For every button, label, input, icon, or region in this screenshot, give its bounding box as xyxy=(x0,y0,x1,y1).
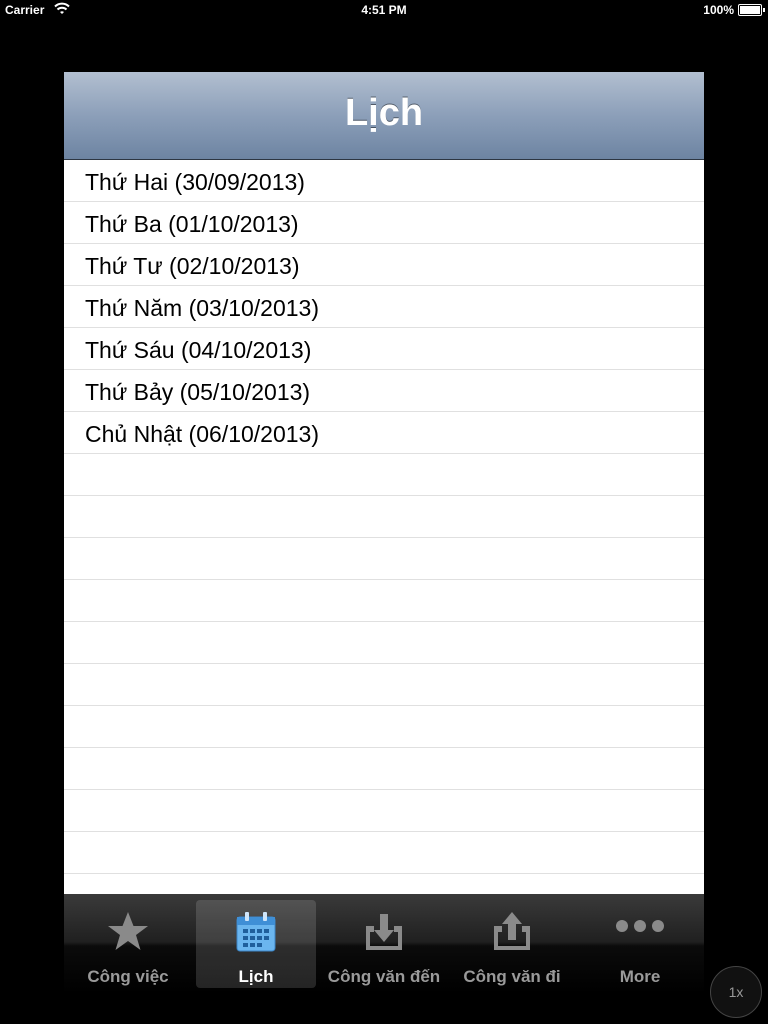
list-item-thursday[interactable]: Thứ Năm (03/10/2013) xyxy=(64,286,704,328)
list-item-monday[interactable]: Thứ Hai (30/09/2013) xyxy=(64,160,704,202)
more-dots-icon xyxy=(616,920,664,932)
list-item-wednesday[interactable]: Thứ Tư (02/10/2013) xyxy=(64,244,704,286)
empty-row xyxy=(64,622,704,664)
clock: 4:51 PM xyxy=(361,3,407,17)
app-window: Lịch Thứ Hai (30/09/2013) Thứ Ba (01/10/… xyxy=(64,72,704,944)
empty-row xyxy=(64,538,704,580)
tab-cong-viec[interactable]: Công việc xyxy=(64,894,192,994)
empty-row xyxy=(64,664,704,706)
tab-lich[interactable]: Lịch xyxy=(192,894,320,994)
page-title: Lịch xyxy=(344,92,424,134)
inbox-download-icon xyxy=(366,914,402,950)
list-item-sunday[interactable]: Chủ Nhật (06/10/2013) xyxy=(64,412,704,454)
calendar-icon xyxy=(236,912,276,952)
tab-cong-van-den[interactable]: Công văn đến xyxy=(320,894,448,994)
list-item-friday[interactable]: Thứ Sáu (04/10/2013) xyxy=(64,328,704,370)
empty-row xyxy=(64,832,704,874)
tab-label: Công văn đến xyxy=(327,967,441,986)
empty-row xyxy=(64,580,704,622)
empty-row xyxy=(64,748,704,790)
zoom-button[interactable]: 1x xyxy=(710,966,762,1018)
list-item-tuesday[interactable]: Thứ Ba (01/10/2013) xyxy=(64,202,704,244)
empty-row xyxy=(64,706,704,748)
tab-bar: Công việc Lịch Công văn đến Công văn đi … xyxy=(64,894,704,994)
tab-cong-van-di[interactable]: Công văn đi xyxy=(448,894,576,994)
outbox-upload-icon xyxy=(494,912,530,950)
empty-row xyxy=(64,790,704,832)
battery-percent: 100% xyxy=(703,3,734,17)
tab-more[interactable]: More xyxy=(576,894,704,994)
list-item-saturday[interactable]: Thứ Bảy (05/10/2013) xyxy=(64,370,704,412)
empty-row xyxy=(64,496,704,538)
empty-row xyxy=(64,454,704,496)
star-icon xyxy=(108,912,148,950)
tab-label: More xyxy=(619,967,661,986)
tab-label: Công văn đi xyxy=(463,967,561,986)
tab-label: Công việc xyxy=(87,967,169,986)
battery-icon xyxy=(738,4,765,16)
day-list: Thứ Hai (30/09/2013) Thứ Ba (01/10/2013)… xyxy=(64,160,704,874)
status-bar: Carrier 4:51 PM 100% xyxy=(0,0,768,20)
navigation-bar: Lịch xyxy=(64,72,704,160)
tab-label: Lịch xyxy=(238,967,274,986)
